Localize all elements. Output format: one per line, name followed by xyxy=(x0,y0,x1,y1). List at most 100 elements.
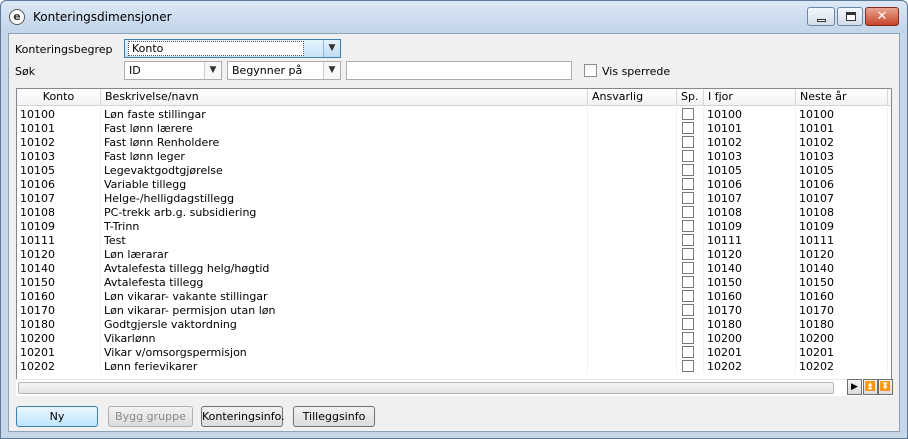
table-row[interactable]: 10170 Løn vikarar- permisjon utan løn 1017… xyxy=(17,304,891,318)
cell-i-fjor: 10120 xyxy=(704,248,796,262)
sperret-checkbox[interactable] xyxy=(682,248,694,260)
column-header-i-fjor[interactable]: I fjor xyxy=(704,89,796,106)
horizontal-scrollbar[interactable] xyxy=(16,379,892,396)
cell-konto: 10170 xyxy=(17,304,101,318)
table-row[interactable]: 10180 Godtgjersle vaktordning 10180 10180 xyxy=(17,318,891,332)
search-mode-dropdown[interactable]: Begynner på ▼ xyxy=(227,61,341,80)
maximize-button[interactable] xyxy=(837,7,863,26)
vis-sperrede-checkbox[interactable] xyxy=(584,64,597,77)
scroll-right-icon[interactable]: ▶ xyxy=(847,379,862,395)
sperret-checkbox[interactable] xyxy=(682,136,694,148)
chevron-down-icon[interactable]: ▼ xyxy=(323,40,340,57)
table-row[interactable]: 10109 T-Trinn 10109 10109 xyxy=(17,220,891,234)
cell-ansvarlig xyxy=(588,122,677,136)
table-row[interactable]: 10103 Fast lønn leger 10103 10103 xyxy=(17,150,891,164)
konteringsbegrep-dropdown[interactable]: Konto ▼ xyxy=(124,39,341,58)
table-row[interactable]: 10202 Lønn ferievikarer 10202 10202 xyxy=(17,360,891,374)
sperret-checkbox[interactable] xyxy=(682,206,694,218)
cell-ansvarlig xyxy=(588,346,677,360)
grid-header: Konto Beskrivelse/navn Ansvarlig Sp. I f… xyxy=(17,89,891,106)
ny-button[interactable]: Ny xyxy=(16,406,98,427)
table-row[interactable]: 10108 PC-trekk arb.g. subsidiering 10108 10… xyxy=(17,206,891,220)
cell-ansvarlig xyxy=(588,108,677,122)
cell-ansvarlig xyxy=(588,332,677,346)
sperret-checkbox[interactable] xyxy=(682,150,694,162)
konteringsbegrep-label: Konteringsbegrep xyxy=(15,43,113,56)
table-row[interactable]: 10111 Test 10111 10111 xyxy=(17,234,891,248)
cell-sperret xyxy=(677,150,704,164)
table-row[interactable]: 10105 Legevaktgodtgjørelse 10105 10105 xyxy=(17,164,891,178)
sperret-checkbox[interactable] xyxy=(682,234,694,246)
table-row[interactable]: 10150 Avtalefesta tillegg 10150 10150 xyxy=(17,276,891,290)
table-row[interactable]: 10102 Fast lønn Renholdere 10102 10102 xyxy=(17,136,891,150)
table-row[interactable]: 10101 Fast lønn lærere 10101 10101 xyxy=(17,122,891,136)
sperret-checkbox[interactable] xyxy=(682,108,694,120)
table-row[interactable]: 10201 Vikar v/omsorgspermisjon 10201 10201 xyxy=(17,346,891,360)
sperret-checkbox[interactable] xyxy=(682,318,694,330)
minimize-button[interactable] xyxy=(807,7,835,26)
cell-sperret xyxy=(677,332,704,346)
table-row[interactable]: 10200 Vikarlønn 10200 10200 xyxy=(17,332,891,346)
cell-beskrivelse: Fast lønn leger xyxy=(101,150,588,164)
cell-beskrivelse: PC-trekk arb.g. subsidiering xyxy=(101,206,588,220)
column-header-beskrivelse[interactable]: Beskrivelse/navn xyxy=(101,89,588,106)
cell-neste-ar: 10102 xyxy=(796,136,888,150)
cell-sperret xyxy=(677,220,704,234)
title-bar[interactable]: e Konteringsdimensjoner ✕ xyxy=(1,1,907,33)
scrollbar-thumb[interactable] xyxy=(18,382,834,394)
cell-ansvarlig xyxy=(588,206,677,220)
column-header-konto[interactable]: Konto xyxy=(17,89,101,106)
table-row[interactable]: 10100 Løn faste stillingar 10100 10100 xyxy=(17,108,891,122)
table-row[interactable]: 10106 Variable tillegg 10106 10106 xyxy=(17,178,891,192)
table-row[interactable]: 10160 Løn vikarar- vakante stillingar 1016… xyxy=(17,290,891,304)
cell-neste-ar: 10201 xyxy=(796,346,888,360)
sperret-checkbox[interactable] xyxy=(682,178,694,190)
cell-konto: 10111 xyxy=(17,234,101,248)
cell-sperret xyxy=(677,122,704,136)
cell-i-fjor: 10200 xyxy=(704,332,796,346)
table-row[interactable]: 10120 Løn lærarar 10120 10120 xyxy=(17,248,891,262)
cell-sperret xyxy=(677,346,704,360)
cell-neste-ar: 10170 xyxy=(796,304,888,318)
chevron-down-icon[interactable]: ▼ xyxy=(204,62,221,79)
tilleggsinfo-button[interactable]: Tilleggsinfo xyxy=(293,406,375,427)
sperret-checkbox[interactable] xyxy=(682,290,694,302)
sperret-checkbox[interactable] xyxy=(682,220,694,232)
sperret-checkbox[interactable] xyxy=(682,360,694,372)
scroll-to-bottom-icon[interactable]: ⏬ xyxy=(878,379,893,395)
cell-sperret xyxy=(677,248,704,262)
cell-neste-ar: 10107 xyxy=(796,192,888,206)
search-input[interactable] xyxy=(346,61,572,80)
sperret-checkbox[interactable] xyxy=(682,192,694,204)
search-mode-value: Begynner på xyxy=(232,64,303,77)
client-area: Konteringsbegrep Konto ▼ Søk ID ▼ Begynn… xyxy=(8,33,900,432)
column-header-neste-ar[interactable]: Neste år xyxy=(796,89,888,106)
sperret-checkbox[interactable] xyxy=(682,262,694,274)
cell-neste-ar: 10160 xyxy=(796,290,888,304)
cell-neste-ar: 10180 xyxy=(796,318,888,332)
sperret-checkbox[interactable] xyxy=(682,164,694,176)
maximize-icon xyxy=(846,12,856,21)
cell-sperret xyxy=(677,164,704,178)
sperret-checkbox[interactable] xyxy=(682,276,694,288)
sperret-checkbox[interactable] xyxy=(682,122,694,134)
search-field-dropdown[interactable]: ID ▼ xyxy=(124,61,222,80)
cell-neste-ar: 10106 xyxy=(796,178,888,192)
sperret-checkbox[interactable] xyxy=(682,332,694,344)
close-button[interactable]: ✕ xyxy=(865,7,899,26)
chevron-down-icon[interactable]: ▼ xyxy=(323,62,340,79)
app-icon: e xyxy=(9,9,25,25)
scroll-to-top-icon[interactable]: ⏫ xyxy=(863,379,878,395)
scrollbar-track[interactable] xyxy=(16,379,846,396)
sperret-checkbox[interactable] xyxy=(682,346,694,358)
cell-i-fjor: 10202 xyxy=(704,360,796,374)
table-row[interactable]: 10140 Avtalefesta tillegg helg/høgtid 1014… xyxy=(17,262,891,276)
column-header-ansvarlig[interactable]: Ansvarlig xyxy=(588,89,677,106)
bygg-gruppe-button[interactable]: Bygg gruppe xyxy=(108,406,193,427)
cell-ansvarlig xyxy=(588,262,677,276)
table-row[interactable]: 10107 Helge-/helligdagstillegg 10107 10107 xyxy=(17,192,891,206)
sperret-checkbox[interactable] xyxy=(682,304,694,316)
konteringsinfo-button[interactable]: Konteringsinfo. xyxy=(201,406,285,427)
cell-ansvarlig xyxy=(588,164,677,178)
column-header-sperret[interactable]: Sp. xyxy=(677,89,704,106)
